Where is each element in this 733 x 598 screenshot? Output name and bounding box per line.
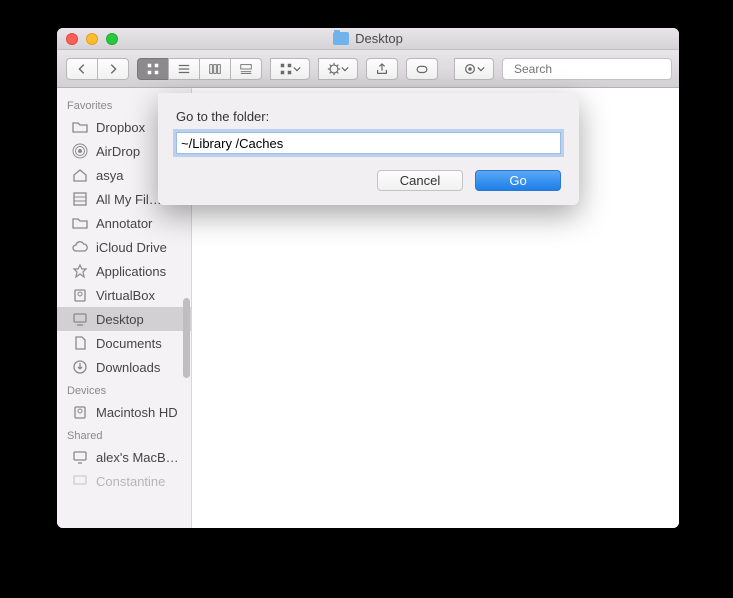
action-group: [318, 58, 358, 80]
monitor-icon: [71, 473, 89, 489]
search-field[interactable]: [502, 58, 672, 80]
sidebar-item-label: Annotator: [96, 216, 152, 231]
sidebar-item-label: alex's MacB…: [96, 450, 179, 465]
window-title-text: Desktop: [355, 31, 403, 46]
share-button[interactable]: [366, 58, 398, 80]
forward-button[interactable]: [97, 58, 129, 80]
sidebar-item-label: Constantine: [96, 474, 165, 489]
folder-icon: [333, 32, 349, 45]
sidebar-item-label: asya: [96, 168, 123, 183]
sidebar-item-label: Dropbox: [96, 120, 145, 135]
sidebar-heading-devices: Devices: [57, 379, 191, 400]
sidebar-item-label: Downloads: [96, 360, 160, 375]
sidebar-scrollbar[interactable]: [183, 298, 190, 378]
folder-icon: [71, 119, 89, 135]
window-controls: [57, 33, 118, 45]
sidebar-item-label: Applications: [96, 264, 166, 279]
documents-icon: [71, 335, 89, 351]
sidebar-item-downloads[interactable]: Downloads: [57, 355, 191, 379]
search-input[interactable]: [514, 62, 669, 76]
sidebar-item-label: Documents: [96, 336, 162, 351]
apps-icon: [71, 263, 89, 279]
sidebar-item-shared-2[interactable]: Constantine: [57, 469, 191, 493]
back-button[interactable]: [66, 58, 97, 80]
airdrop-icon: [71, 143, 89, 159]
sidebar-item-label: iCloud Drive: [96, 240, 167, 255]
nav-buttons: [66, 58, 129, 80]
sheet-label: Go to the folder:: [176, 109, 561, 124]
disk-icon: [71, 404, 89, 420]
quicklook-group: [454, 58, 494, 80]
sidebar-item-applications[interactable]: Applications: [57, 259, 191, 283]
sidebar-item-label: Macintosh HD: [96, 405, 178, 420]
sidebar-item-shared-1[interactable]: alex's MacB…: [57, 445, 191, 469]
sidebar-item-label: AirDrop: [96, 144, 140, 159]
folder-path-input[interactable]: [176, 132, 561, 154]
cancel-button[interactable]: Cancel: [377, 170, 463, 191]
go-button[interactable]: Go: [475, 170, 561, 191]
action-button[interactable]: [318, 58, 358, 80]
list-view-button[interactable]: [168, 58, 199, 80]
column-view-button[interactable]: [199, 58, 230, 80]
sidebar-heading-shared: Shared: [57, 424, 191, 445]
folder-icon: [71, 215, 89, 231]
window-title: Desktop: [57, 31, 679, 46]
allfiles-icon: [71, 191, 89, 207]
zoom-window-button[interactable]: [106, 33, 118, 45]
view-switcher: [137, 58, 262, 80]
icon-view-button[interactable]: [137, 58, 168, 80]
downloads-icon: [71, 359, 89, 375]
home-icon: [71, 167, 89, 183]
sidebar-item-label: Desktop: [96, 312, 144, 327]
close-window-button[interactable]: [66, 33, 78, 45]
cloud-icon: [71, 239, 89, 255]
sidebar-item-annotator[interactable]: Annotator: [57, 211, 191, 235]
monitor-icon: [71, 449, 89, 465]
disk-icon: [71, 287, 89, 303]
arrange-group: [270, 58, 310, 80]
sidebar-item-icloud[interactable]: iCloud Drive: [57, 235, 191, 259]
sidebar-item-virtualbox[interactable]: VirtualBox: [57, 283, 191, 307]
coverflow-view-button[interactable]: [230, 58, 262, 80]
arrange-button[interactable]: [270, 58, 310, 80]
quicklook-button[interactable]: [454, 58, 494, 80]
desktop-icon: [71, 311, 89, 327]
toolbar: [57, 50, 679, 88]
sidebar-item-documents[interactable]: Documents: [57, 331, 191, 355]
minimize-window-button[interactable]: [86, 33, 98, 45]
go-to-folder-sheet: Go to the folder: Cancel Go: [158, 93, 579, 205]
titlebar: Desktop: [57, 28, 679, 50]
sheet-buttons: Cancel Go: [176, 170, 561, 191]
sidebar-item-label: VirtualBox: [96, 288, 155, 303]
tags-button[interactable]: [406, 58, 438, 80]
sidebar-item-desktop[interactable]: Desktop: [57, 307, 191, 331]
sidebar-item-macintosh-hd[interactable]: Macintosh HD: [57, 400, 191, 424]
sidebar-item-label: All My Fil…: [96, 192, 162, 207]
